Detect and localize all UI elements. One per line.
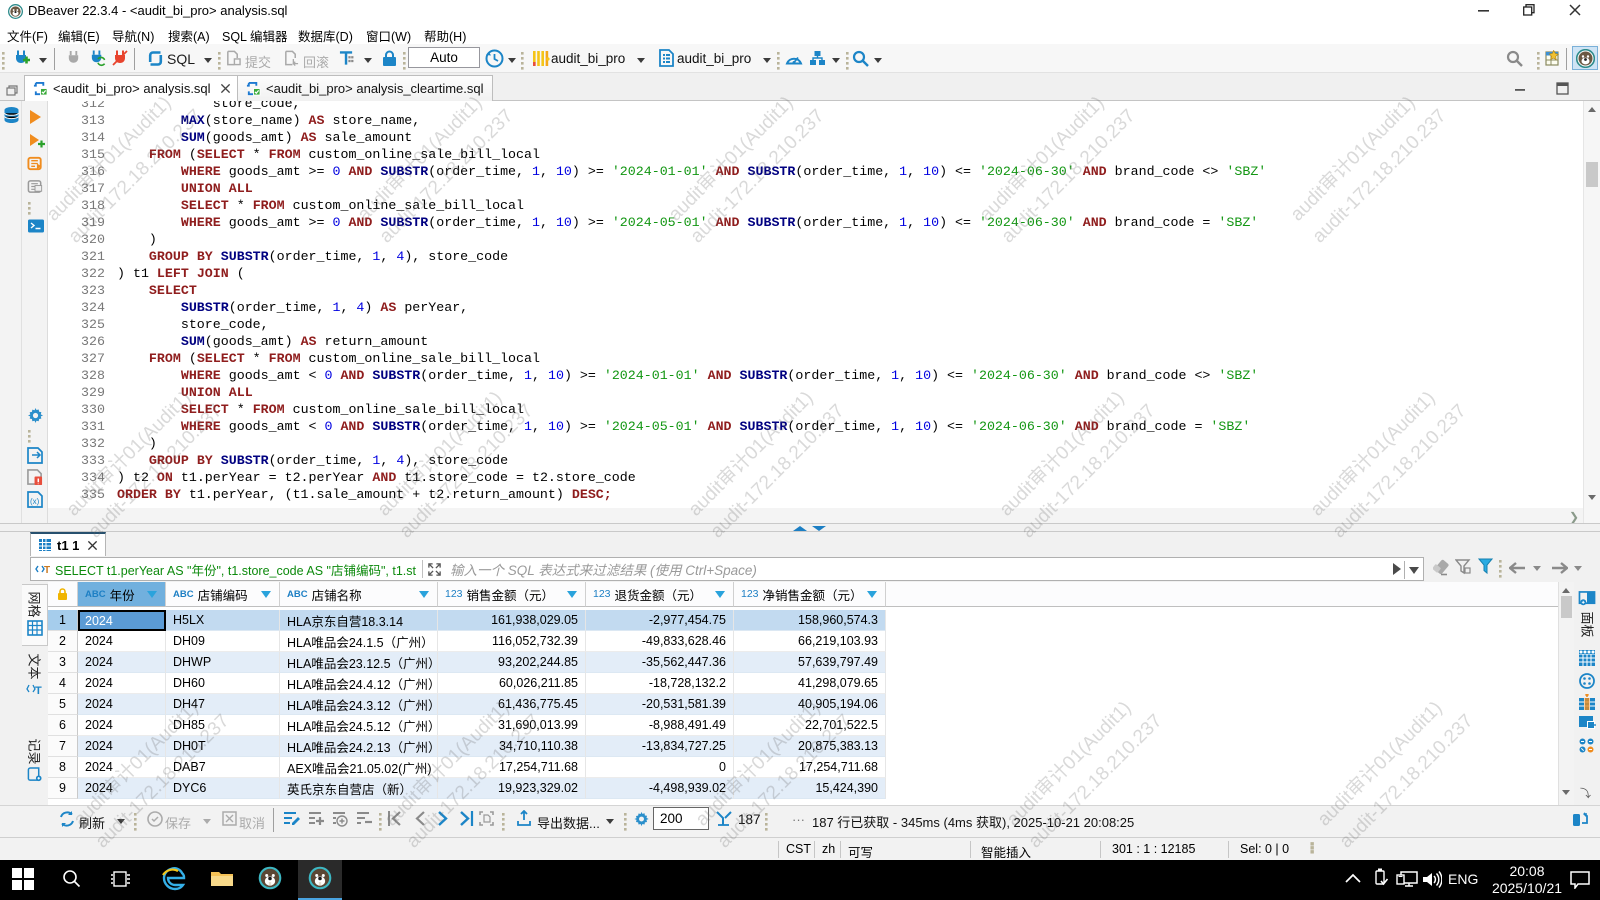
svg-text:T: T	[44, 565, 50, 576]
svg-text:(x): (x)	[30, 497, 40, 506]
svg-text:T: T	[35, 685, 42, 696]
